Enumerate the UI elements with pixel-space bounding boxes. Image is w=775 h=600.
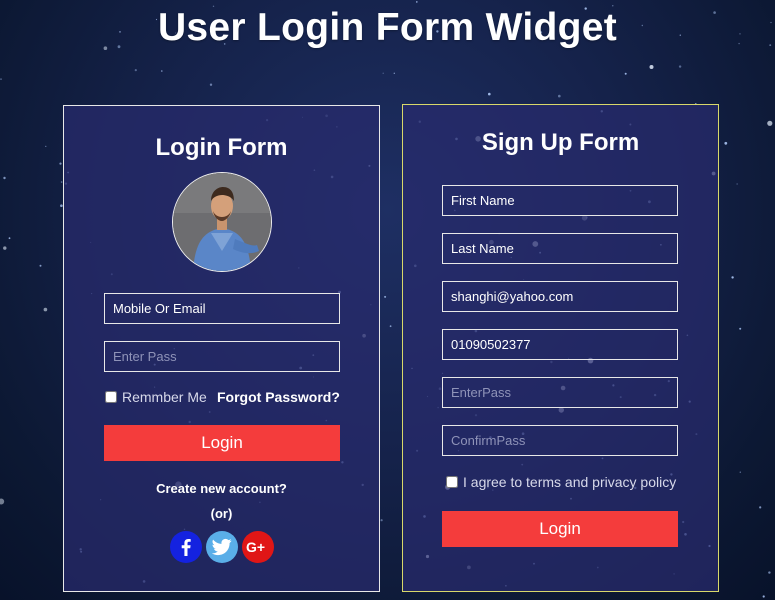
remember-me[interactable]: Remmber Me — [105, 389, 207, 405]
star — [767, 120, 773, 126]
agree-terms-label: I agree to terms and privacy policy — [463, 474, 677, 490]
star — [3, 176, 6, 180]
star — [739, 327, 742, 330]
google-plus-icon: G+ — [246, 539, 265, 555]
star — [416, 1, 418, 3]
star — [649, 65, 654, 69]
star — [0, 498, 5, 505]
or-separator: (or) — [210, 506, 233, 521]
signup-login-button[interactable]: Login — [442, 511, 678, 547]
page-title: User Login Form Widget — [157, 6, 618, 49]
star — [762, 595, 765, 598]
star — [384, 295, 387, 298]
star — [393, 72, 395, 75]
star — [731, 276, 734, 279]
forgot-password-link[interactable]: Forgot Password? — [217, 389, 340, 405]
star — [59, 162, 62, 165]
remember-me-label: Remmber Me — [122, 389, 207, 405]
facebook-button[interactable] — [170, 531, 202, 563]
facebook-icon — [181, 539, 191, 556]
twitter-icon — [212, 538, 232, 556]
signup-form: Sign Up Form I agree to terms and privac… — [402, 104, 719, 592]
avatar — [172, 172, 272, 272]
email-field[interactable] — [104, 293, 340, 324]
star — [739, 471, 741, 473]
last-name-field[interactable] — [442, 233, 678, 264]
confirm-password-field[interactable] — [442, 425, 678, 456]
star — [209, 83, 213, 86]
create-account-link[interactable]: Create new account? — [64, 481, 379, 496]
user-photo-icon — [173, 173, 271, 271]
star — [380, 519, 383, 522]
password-field[interactable] — [442, 377, 678, 408]
remember-me-checkbox[interactable] — [105, 391, 117, 403]
first-name-field[interactable] — [442, 185, 678, 216]
login-form: Login Form Remmber Me Forgot Password? L… — [63, 105, 380, 592]
star — [389, 325, 392, 328]
star — [678, 65, 682, 68]
star — [0, 78, 2, 80]
login-form-title: Login Form — [155, 134, 288, 161]
star — [759, 506, 762, 509]
star — [39, 264, 42, 267]
agree-terms-checkbox[interactable] — [446, 476, 458, 488]
social-login-buttons: G+ — [170, 531, 274, 563]
phone-field[interactable] — [442, 329, 678, 360]
password-field[interactable] — [104, 341, 340, 372]
twitter-button[interactable] — [206, 531, 238, 563]
agree-terms[interactable]: I agree to terms and privacy policy — [446, 474, 676, 490]
star — [161, 70, 163, 72]
star — [736, 183, 738, 185]
star — [8, 237, 11, 240]
star — [488, 92, 491, 96]
star — [134, 69, 137, 72]
google-plus-button[interactable]: G+ — [242, 531, 274, 563]
login-button[interactable]: Login — [104, 425, 340, 461]
star — [768, 571, 771, 574]
signup-form-title: Sign Up Form — [481, 129, 640, 156]
star — [724, 141, 728, 145]
star — [382, 72, 384, 74]
email-field[interactable] — [442, 281, 678, 312]
star — [558, 94, 561, 98]
svg-text:G+: G+ — [246, 539, 265, 555]
star — [3, 246, 7, 250]
star — [43, 307, 48, 312]
star — [624, 72, 627, 75]
star — [45, 145, 47, 147]
